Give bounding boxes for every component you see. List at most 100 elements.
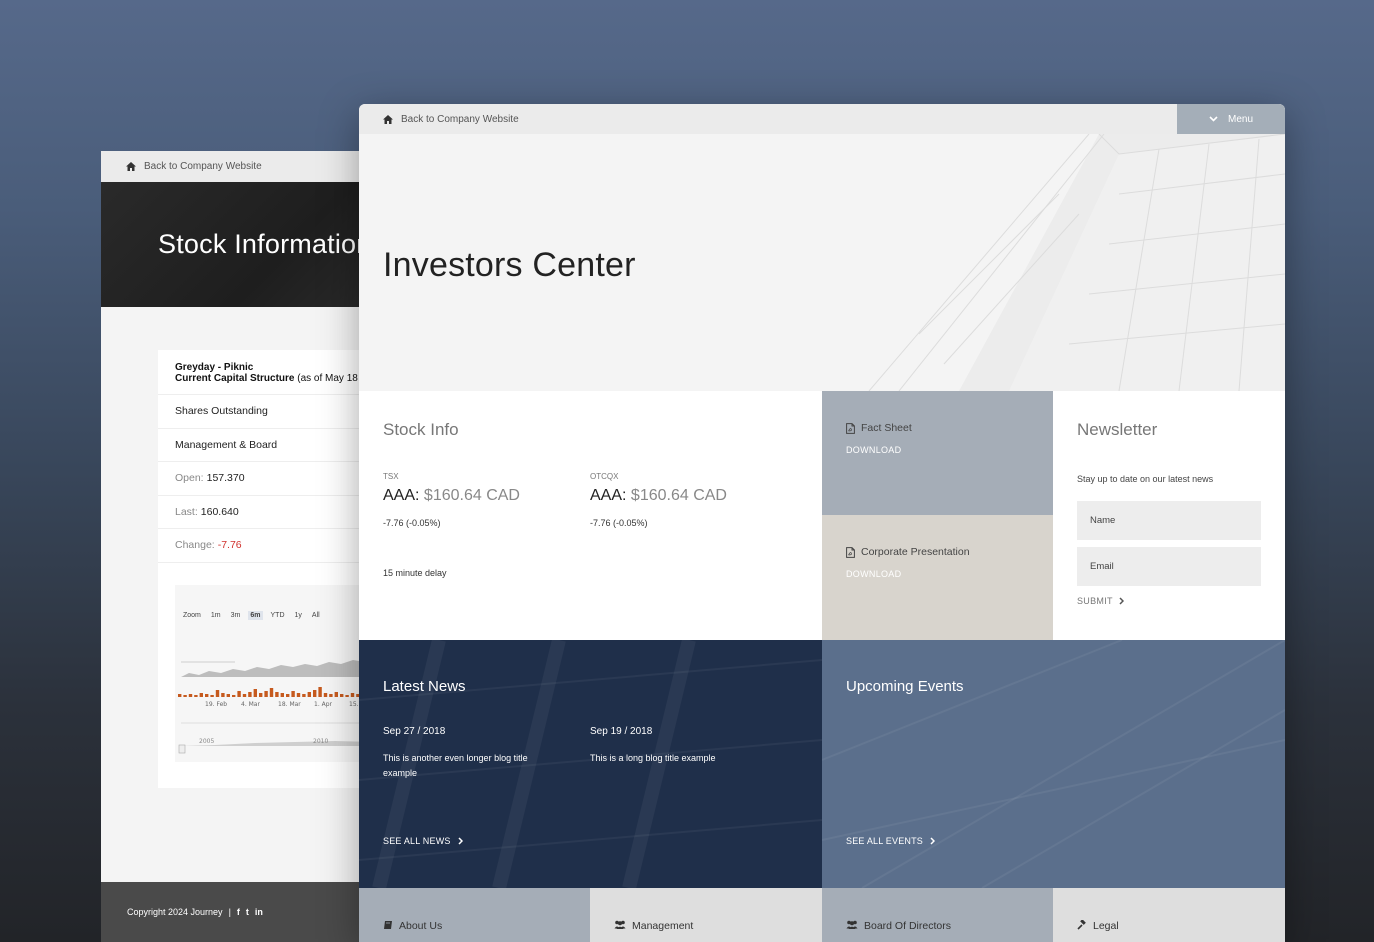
see-all-events-link[interactable]: SEE ALL EVENTS: [846, 836, 936, 846]
tile-label: Management: [632, 920, 694, 932]
fact-sheet-title: Fact Sheet: [846, 422, 912, 434]
volume-bar: [264, 691, 268, 697]
ticker-symbol: AAA:: [383, 487, 420, 504]
volume-bar: [248, 692, 252, 697]
chevron-right-icon: [1119, 597, 1124, 605]
footer-separator: |: [228, 907, 231, 917]
management-tile[interactable]: Management: [590, 888, 822, 942]
info-row: Stock Info TSX AAA: $160.64 CAD -7.76 (-…: [359, 391, 1285, 640]
latest-news-title: Latest News: [383, 678, 466, 695]
name-field[interactable]: [1077, 501, 1261, 540]
legal-tile[interactable]: Legal: [1053, 888, 1285, 942]
download-title: Fact Sheet: [861, 422, 912, 434]
stock-quote: AAA: $160.64 CAD: [383, 487, 520, 505]
submit-button[interactable]: SUBMIT: [1077, 596, 1124, 606]
menu-button[interactable]: Menu: [1177, 104, 1285, 134]
upcoming-events-title: Upcoming Events: [846, 678, 964, 695]
see-all-news-link[interactable]: SEE ALL NEWS: [383, 836, 463, 846]
stock-price: $160.64 CAD: [423, 487, 520, 504]
stock-price: $160.64 CAD: [630, 487, 727, 504]
investors-center-window: Back to Company Website Menu Investors C…: [359, 104, 1285, 942]
volume-bar: [269, 688, 274, 697]
menu-label: Menu: [1227, 113, 1253, 125]
volume-bar: [178, 694, 182, 697]
volume-bar: [286, 694, 290, 697]
corporate-presentation-download-link[interactable]: DOWNLOAD: [846, 569, 901, 579]
back-to-website-link[interactable]: Back to Company Website: [359, 114, 519, 125]
volume-bar: [345, 695, 349, 697]
users-icon: [614, 920, 626, 929]
volume-bar: [221, 693, 225, 697]
volume-bar: [280, 693, 284, 697]
last-label: Last:: [175, 505, 198, 518]
linkedin-icon[interactable]: in: [255, 907, 263, 917]
board-of-directors-tile[interactable]: Board Of Directors: [822, 888, 1053, 942]
facebook-icon[interactable]: f: [237, 907, 240, 917]
company-name: Greyday - Piknic: [175, 362, 254, 373]
news-item-link[interactable]: This is a long blog title example: [590, 751, 760, 766]
page-title: Investors Center: [383, 246, 636, 284]
open-label: Open:: [175, 472, 204, 485]
volume-bar: [340, 694, 344, 697]
date-tick: 19. Feb: [205, 701, 227, 708]
book-icon: [384, 921, 392, 929]
exchange-label: TSX: [383, 472, 399, 481]
users-icon: [846, 920, 858, 929]
news-date: Sep 27 / 2018: [383, 726, 446, 737]
volume-bar: [302, 694, 306, 697]
corporate-presentation-tile: Corporate Presentation DOWNLOAD: [822, 515, 1053, 640]
newsletter-panel: Newsletter Stay up to date on our latest…: [1053, 391, 1285, 640]
tile-label: About Us: [399, 920, 443, 932]
newsletter-title: Newsletter: [1077, 420, 1158, 439]
volume-bar: [291, 691, 295, 697]
volume-bar: [329, 694, 333, 697]
stock-hero: Stock Information: [101, 182, 401, 307]
footer-nav-tiles: About Us Management Board Of Directors L…: [359, 888, 1285, 942]
stock-information-window: Back to Company Website Stock Informatio…: [101, 151, 401, 942]
last-value: 160.640: [200, 505, 239, 518]
volume-bar: [210, 695, 214, 697]
volume-bar: [323, 693, 328, 697]
back-link-label: Back to Company Website: [401, 113, 519, 125]
change-label: Change:: [175, 539, 215, 552]
submit-label: SUBMIT: [1077, 596, 1113, 606]
volume-bar: [183, 695, 187, 697]
email-field[interactable]: [1077, 547, 1261, 586]
volume-bar: [350, 693, 355, 697]
chevron-right-icon: [930, 837, 936, 845]
date-tick: 15.: [349, 701, 359, 708]
stock-quote: AAA: $160.64 CAD: [590, 487, 727, 505]
home-icon: [126, 162, 136, 171]
ticker-symbol: AAA:: [590, 487, 627, 504]
see-all-news-label: SEE ALL NEWS: [383, 836, 451, 846]
volume-bar: [242, 694, 247, 697]
back-footer: Copyright 2024 Journey | f t in: [101, 882, 401, 942]
tile-label: Legal: [1093, 920, 1119, 932]
exchange-label: OTCQX: [590, 472, 619, 481]
twitter-icon[interactable]: t: [246, 907, 249, 917]
date-tick: 1. Apr: [314, 701, 333, 708]
date-tick: 18. Mar: [278, 701, 301, 708]
back-to-website-link[interactable]: Back to Company Website: [144, 161, 262, 172]
fact-sheet-download-link[interactable]: DOWNLOAD: [846, 445, 901, 455]
corporate-presentation-title: Corporate Presentation: [846, 546, 970, 558]
volume-bar: [318, 687, 322, 697]
navigator-year: 2010: [313, 738, 328, 745]
newsletter-description: Stay up to date on our latest news: [1077, 474, 1214, 484]
delay-note: 15 minute delay: [383, 568, 447, 578]
volume-bar: [313, 690, 317, 697]
copyright-text: Copyright 2024 Journey: [127, 907, 223, 917]
home-icon: [383, 114, 393, 124]
volume-bar: [194, 695, 198, 697]
showcase-canvas: Back to Company Website Stock Informatio…: [0, 0, 1374, 942]
volume-bar: [188, 694, 193, 697]
stock-info-title: Stock Info: [383, 420, 459, 439]
chevron-down-icon: [1209, 116, 1218, 122]
structure-note: (as of May 18: [297, 373, 358, 384]
news-item-link[interactable]: This is another even longer blog title e…: [383, 751, 553, 781]
volume-bar: [334, 692, 338, 697]
volume-bar: [226, 694, 230, 697]
price-change: -7.76 (-0.05%): [383, 518, 441, 528]
structure-title: Current Capital Structure: [175, 373, 295, 384]
about-us-tile[interactable]: About Us: [359, 888, 590, 942]
